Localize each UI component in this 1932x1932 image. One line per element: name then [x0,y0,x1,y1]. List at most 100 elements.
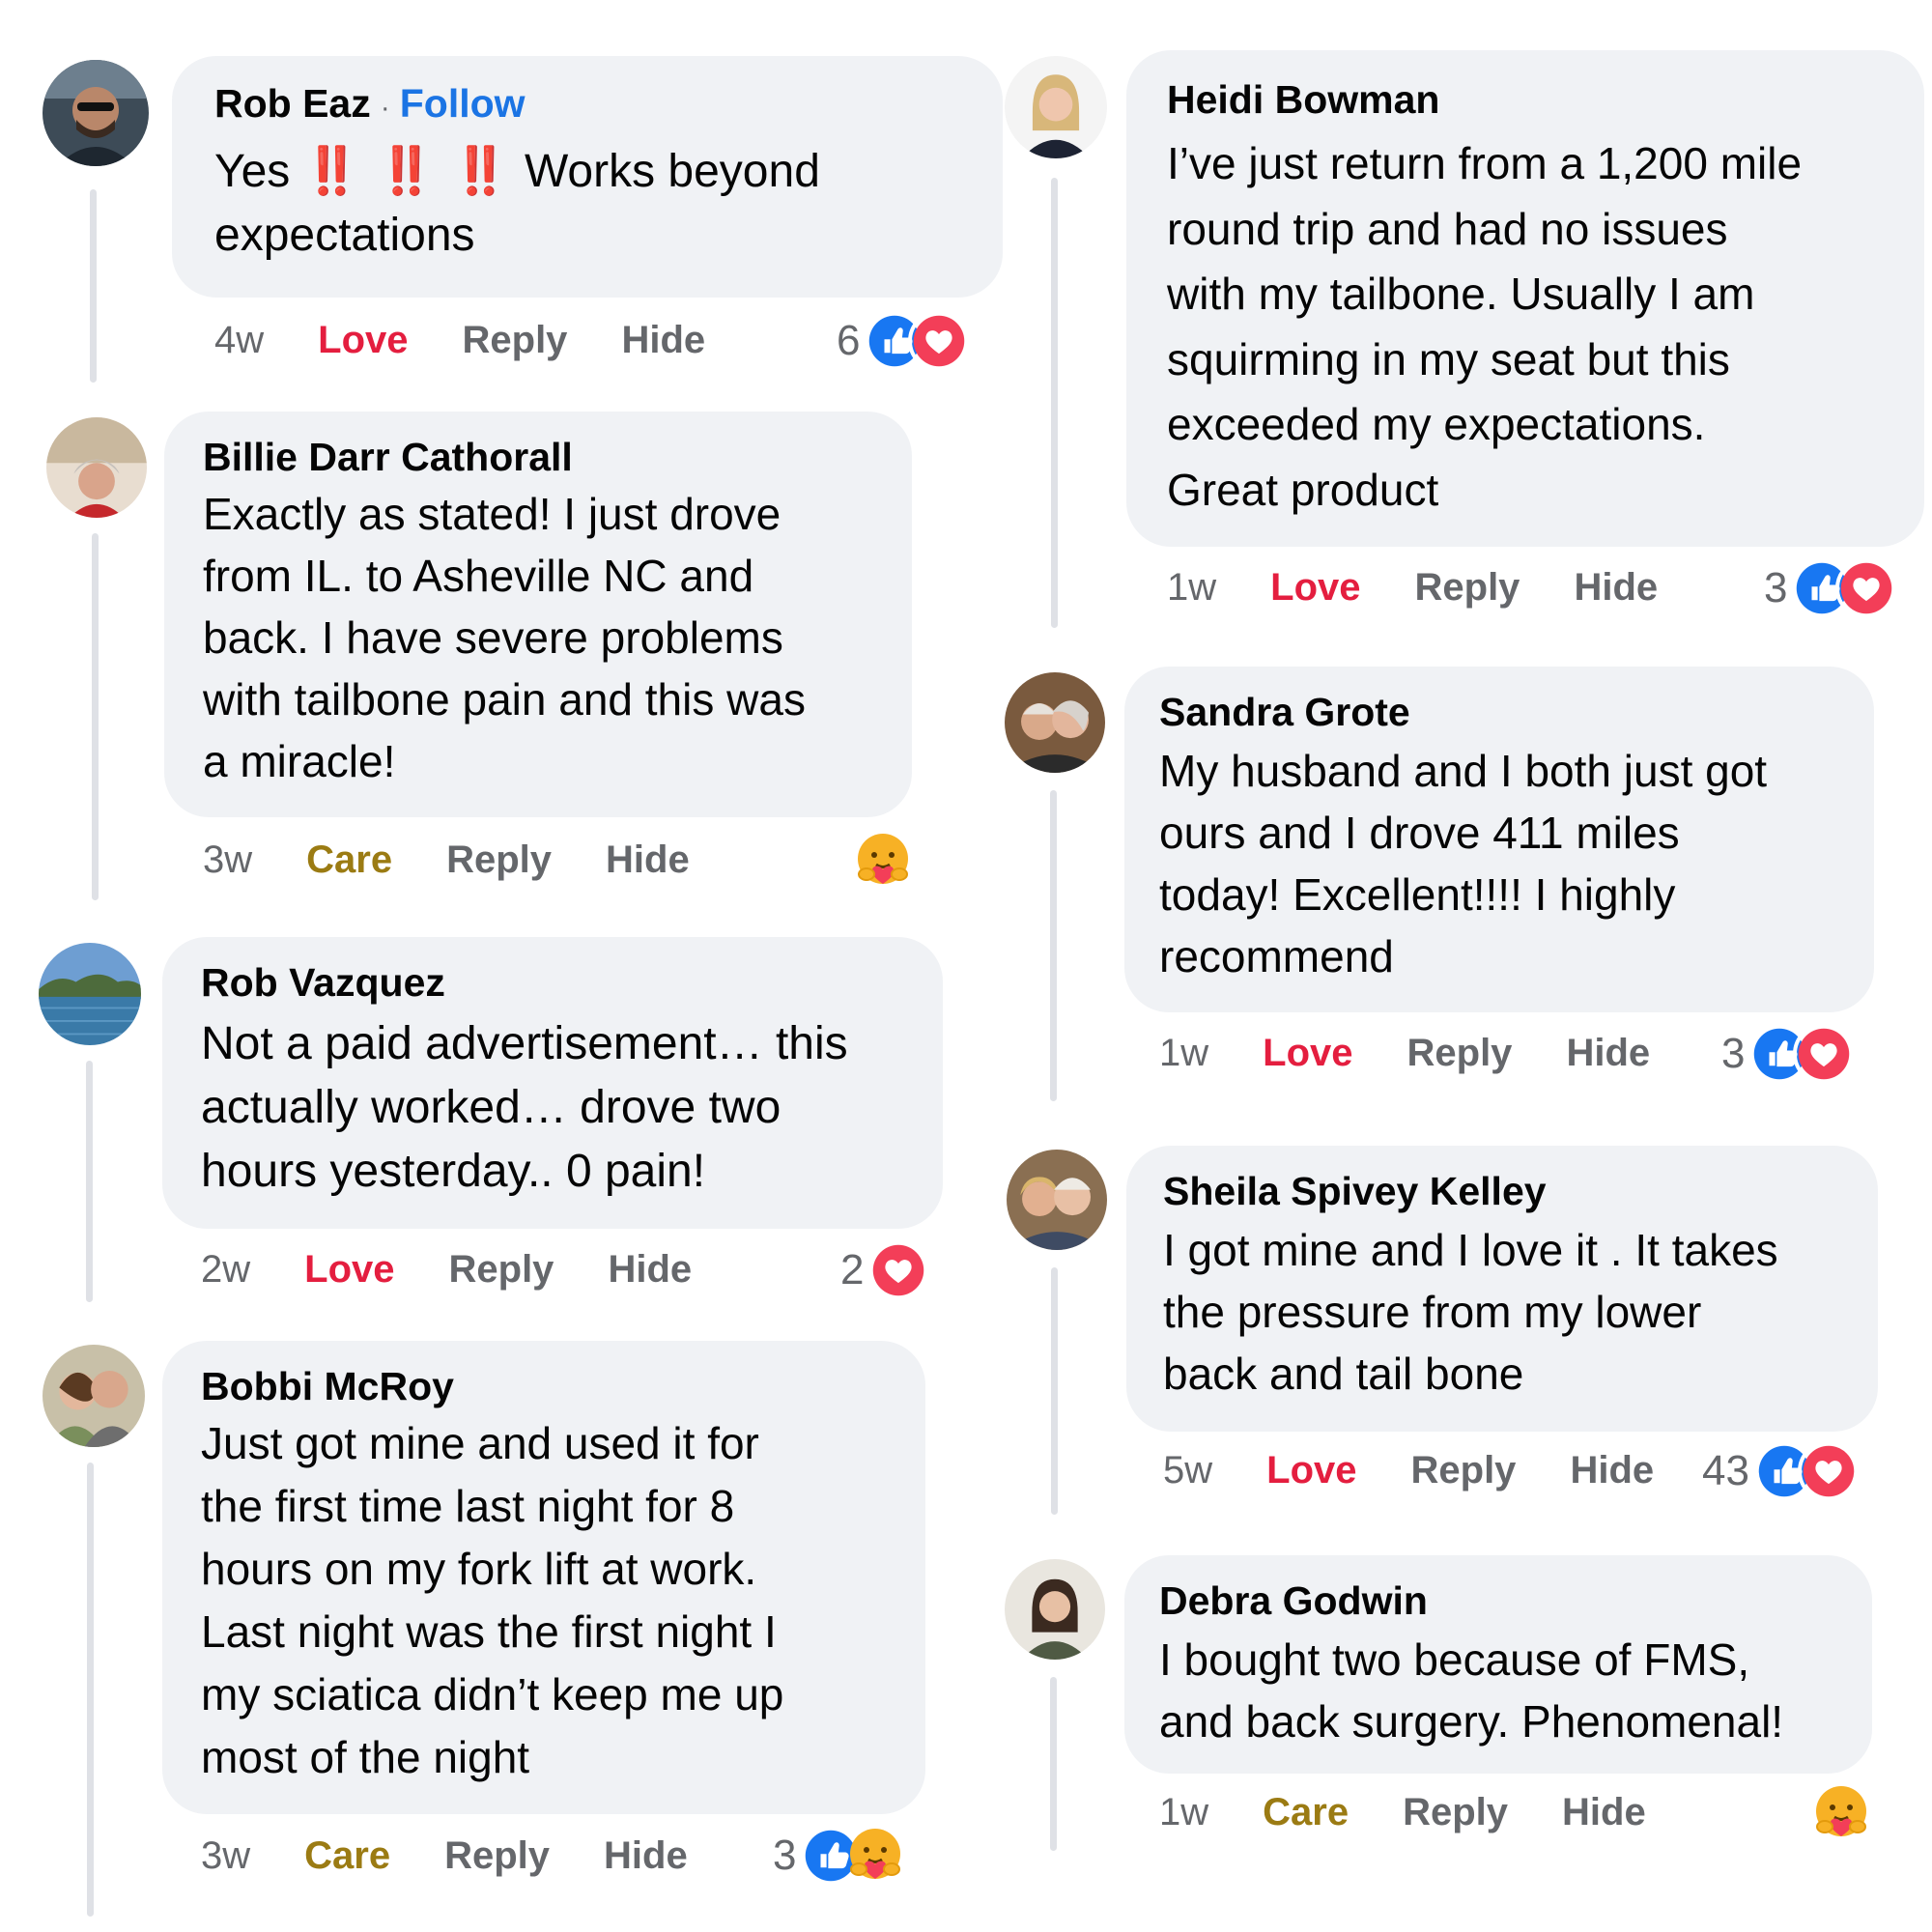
comment-text: I got mine and I love it . It takes the … [1163,1225,1778,1399]
hide-button[interactable]: Hide [1574,566,1658,610]
comment-actions: 1w Care Reply Hide [1159,1785,1646,1839]
care-reaction-button[interactable]: Care [306,838,392,882]
comment-actions: 3w Care Reply Hide [201,1829,688,1883]
thread-line [1051,178,1058,628]
thread-line [90,189,97,383]
commenter-name[interactable]: Sandra Grote [1159,688,1874,736]
comment-text: Not a paid advertisement… this actually … [201,1018,848,1197]
timestamp[interactable]: 1w [1159,1032,1208,1075]
avatar[interactable] [46,417,147,518]
reaction-summary[interactable]: 3 [1764,556,1898,620]
comment-actions: 3w Care Reply Hide [203,833,690,887]
love-reaction-button[interactable]: Love [318,319,408,362]
avatar[interactable] [1005,672,1105,773]
reaction-summary[interactable] [848,829,914,893]
comment-actions: 1w Love Reply Hide [1159,1026,1650,1080]
reply-button[interactable]: Reply [1407,1032,1513,1075]
reaction-count: 3 [1721,1030,1746,1077]
care-reaction-button[interactable]: Care [1263,1791,1349,1834]
care-reaction-button[interactable]: Care [304,1834,390,1878]
follow-link[interactable]: Follow [400,81,526,126]
thread-line [92,533,99,900]
hide-button[interactable]: Hide [1562,1791,1646,1834]
reply-button[interactable]: Reply [1411,1449,1517,1492]
timestamp[interactable]: 3w [201,1834,250,1878]
love-icon [1793,1023,1856,1085]
commenter-name[interactable]: Rob Eaz [214,81,371,126]
reaction-count: 2 [840,1246,865,1293]
love-reaction-button[interactable]: Love [1263,1032,1352,1075]
love-reaction-button[interactable]: Love [1266,1449,1356,1492]
timestamp[interactable]: 5w [1163,1449,1212,1492]
avatar[interactable] [1007,1150,1107,1250]
comment-text: Exactly as stated! I just drove from IL.… [203,489,806,786]
timestamp[interactable]: 4w [214,319,264,362]
thread-line [86,1061,93,1302]
reaction-summary[interactable]: 6 [837,309,971,373]
comment-text-start: Yes [214,146,291,197]
reaction-summary[interactable] [1806,1781,1872,1845]
comment-actions: 5w Love Reply Hide [1163,1443,1654,1497]
love-icon [1797,1440,1860,1502]
avatar[interactable] [1005,56,1107,158]
comment-bubble: Billie Darr Cathorall Exactly as stated!… [164,412,912,817]
thread-line [1050,790,1057,1101]
timestamp[interactable]: 2w [201,1248,250,1292]
timestamp[interactable]: 1w [1159,1791,1208,1834]
comment-text: I’ve just return from a 1,200 mile round… [1167,138,1803,515]
reply-button[interactable]: Reply [463,319,568,362]
thread-line [1050,1677,1057,1851]
reply-button[interactable]: Reply [1415,566,1520,610]
reaction-count: 3 [1764,564,1788,611]
commenter-name[interactable]: Debra Godwin [1159,1577,1872,1625]
commenter-name[interactable]: Sheila Spivey Kelley [1163,1167,1878,1215]
comment-actions: 4w Love Reply Hide [214,313,705,367]
commenter-name[interactable]: Bobbi McRoy [201,1362,925,1410]
reaction-summary[interactable]: 3 [773,1824,906,1888]
care-icon [1810,1782,1872,1844]
reply-button[interactable]: Reply [446,838,552,882]
comment-bubble: Rob Eaz · Follow Yes ‼️ ‼️ ‼️ Works beyond… [172,56,1003,298]
avatar[interactable] [43,1345,145,1447]
separator-dot: · [380,92,390,124]
hide-button[interactable]: Hide [1566,1032,1650,1075]
comment-text: I bought two because of FMS, and back su… [1159,1634,1784,1747]
comment-bubble: Debra Godwin I bought two because of FMS… [1124,1555,1872,1774]
commenter-name[interactable]: Rob Vazquez [201,958,943,1007]
reaction-summary[interactable]: 43 [1702,1439,1860,1503]
love-reaction-button[interactable]: Love [304,1248,394,1292]
reaction-count: 43 [1702,1447,1749,1494]
timestamp[interactable]: 1w [1167,566,1216,610]
reply-button[interactable]: Reply [444,1834,550,1878]
love-icon [867,1239,930,1301]
comment-text: My husband and I both just got ours and … [1159,746,1768,981]
comment-text: Just got mine and used it for the first … [201,1418,784,1782]
commenter-name[interactable]: Heidi Bowman [1167,75,1924,124]
thread-line [1051,1267,1058,1515]
hide-button[interactable]: Hide [608,1248,692,1292]
avatar[interactable] [39,943,141,1045]
comment-bubble: Sheila Spivey Kelley I got mine and I lo… [1126,1146,1878,1432]
comment-bubble: Rob Vazquez Not a paid advertisement… th… [162,937,943,1229]
reaction-count: 3 [773,1832,797,1879]
hide-button[interactable]: Hide [604,1834,688,1878]
reaction-summary[interactable]: 3 [1721,1022,1856,1086]
timestamp[interactable]: 3w [203,838,252,882]
commenter-name[interactable]: Billie Darr Cathorall [203,433,912,481]
hide-button[interactable]: Hide [1570,1449,1654,1492]
hide-button[interactable]: Hide [621,319,705,362]
love-icon [1835,557,1898,619]
avatar[interactable] [1005,1559,1105,1660]
comment-actions: 2w Love Reply Hide [201,1242,692,1296]
reply-button[interactable]: Reply [1403,1791,1508,1834]
reply-button[interactable]: Reply [449,1248,554,1292]
thread-line [87,1463,94,1917]
hide-button[interactable]: Hide [606,838,690,882]
avatar[interactable] [43,60,149,166]
comment-actions: 1w Love Reply Hide [1167,560,1658,614]
comment-bubble: Bobbi McRoy Just got mine and used it fo… [162,1341,925,1814]
double-exclamation-emoji: ‼️ ‼️ ‼️ [302,146,512,197]
comment-bubble: Heidi Bowman I’ve just return from a 1,2… [1126,50,1924,547]
reaction-summary[interactable]: 2 [840,1238,930,1302]
love-reaction-button[interactable]: Love [1270,566,1360,610]
